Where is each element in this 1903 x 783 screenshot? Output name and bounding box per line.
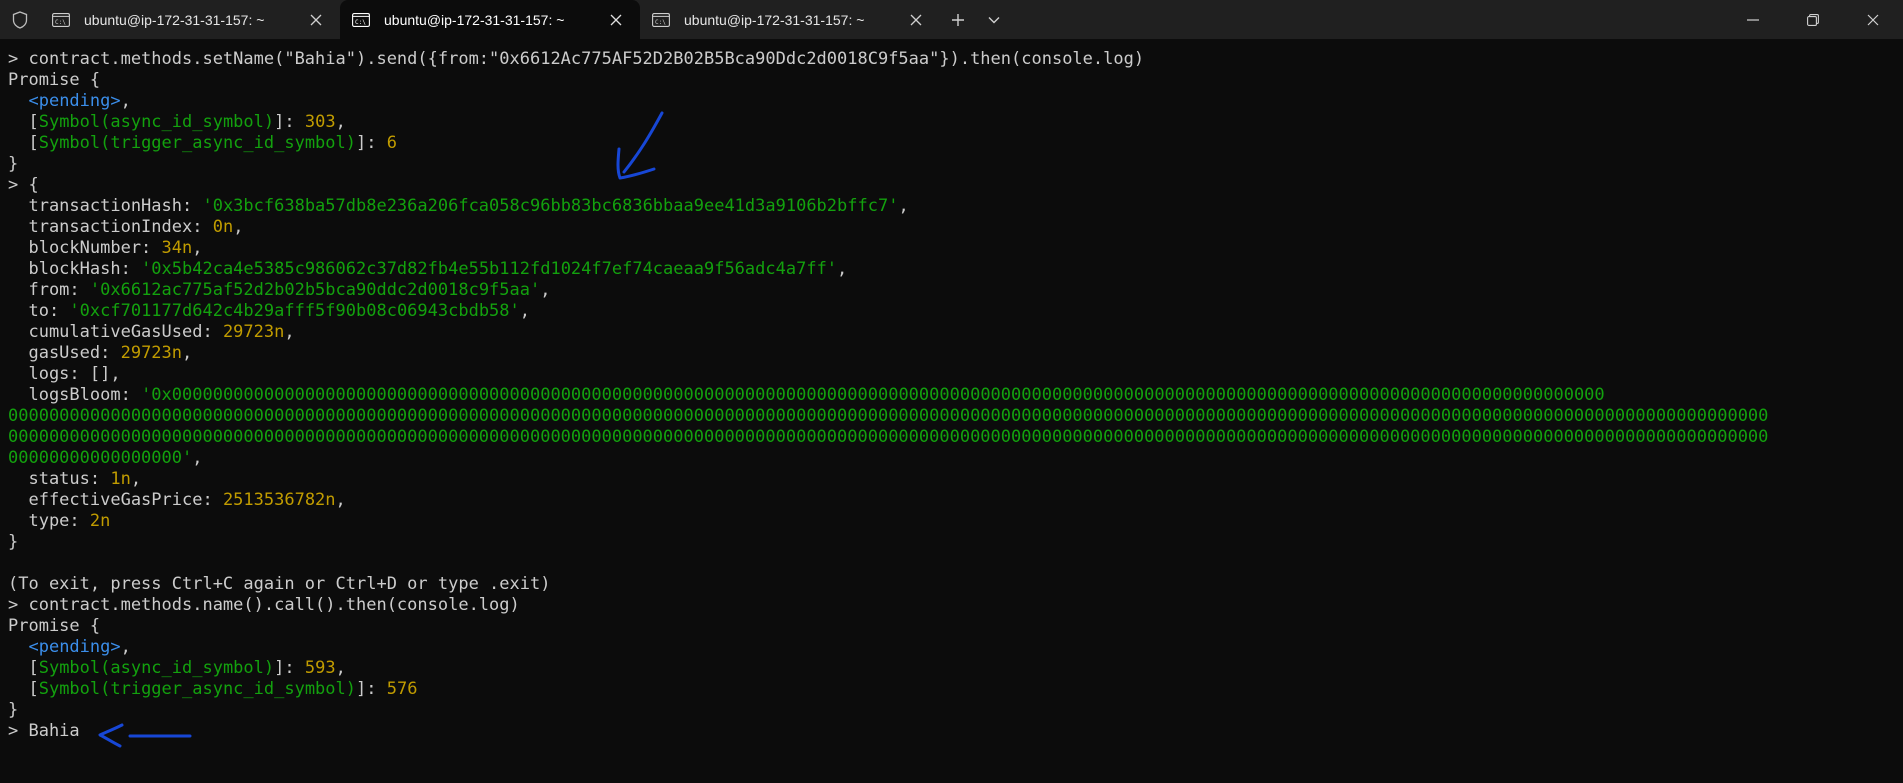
tab-title: ubuntu@ip-172-31-31-157: ~ bbox=[384, 11, 565, 28]
restore-icon bbox=[1807, 13, 1819, 26]
output-line: Promise { bbox=[8, 70, 101, 90]
tab-1[interactable]: C:\ ubuntu@ip-172-31-31-157: ~ bbox=[40, 0, 340, 39]
new-tab-button[interactable] bbox=[940, 0, 976, 39]
receipt-field-cont: 0000000000000000000000000000000000000000… bbox=[8, 427, 1769, 447]
close-window-button[interactable] bbox=[1843, 0, 1903, 39]
receipt-field: type: 2n bbox=[8, 511, 111, 531]
tab-2[interactable]: C:\ ubuntu@ip-172-31-31-157: ~ bbox=[340, 0, 640, 39]
plus-icon bbox=[952, 13, 964, 26]
output-line: } bbox=[8, 532, 19, 552]
result-line: > Bahia bbox=[8, 721, 80, 741]
receipt-field: to: '0xcf701177d642c4b29afff5f90b08c0694… bbox=[8, 301, 531, 321]
output-line: [Symbol(trigger_async_id_symbol)]: 576 bbox=[8, 679, 418, 699]
receipt-field: blockHash: '0x5b42ca4e5385c986062c37d82f… bbox=[8, 259, 848, 279]
svg-text:C:\: C:\ bbox=[655, 19, 666, 26]
svg-text:C:\: C:\ bbox=[355, 19, 366, 26]
tab-dropdown-button[interactable] bbox=[976, 0, 1012, 39]
close-icon[interactable] bbox=[302, 6, 330, 34]
receipt-field: from: '0x6612ac775af52d2b02b5bca90ddc2d0… bbox=[8, 280, 551, 300]
minimize-icon bbox=[1747, 18, 1759, 21]
receipt-field: status: 1n, bbox=[8, 469, 142, 489]
output-line: } bbox=[8, 700, 19, 720]
output-line: <pending>, bbox=[28, 637, 131, 657]
exit-hint: (To exit, press Ctrl+C again or Ctrl+D o… bbox=[8, 574, 551, 594]
close-icon bbox=[1867, 14, 1879, 25]
receipt-field: gasUsed: 29723n, bbox=[8, 343, 193, 363]
title-bar: C:\ ubuntu@ip-172-31-31-157: ~ C:\ ubunt… bbox=[0, 0, 1903, 39]
receipt-field-cont: 0000000000000000000000000000000000000000… bbox=[8, 406, 1769, 426]
output-line: [Symbol(trigger_async_id_symbol)]: 6 bbox=[8, 133, 397, 153]
shield-icon[interactable] bbox=[0, 0, 40, 39]
terminal-icon: C:\ bbox=[652, 12, 670, 27]
window-controls bbox=[1723, 0, 1903, 39]
output-line: Promise { bbox=[8, 616, 101, 636]
output-line: [Symbol(async_id_symbol)]: 593, bbox=[8, 658, 346, 678]
command-line: > contract.methods.name().call().then(co… bbox=[8, 595, 520, 615]
receipt-field: logs: [], bbox=[8, 364, 121, 384]
tab-3[interactable]: C:\ ubuntu@ip-172-31-31-157: ~ bbox=[640, 0, 940, 39]
svg-text:C:\: C:\ bbox=[55, 19, 66, 26]
output-line: <pending>, bbox=[28, 91, 131, 111]
receipt-field: cumulativeGasUsed: 29723n, bbox=[8, 322, 295, 342]
chevron-down-icon bbox=[988, 16, 1000, 23]
receipt-field: transactionHash: '0x3bcf638ba57db8e236a2… bbox=[8, 196, 909, 216]
tab-title: ubuntu@ip-172-31-31-157: ~ bbox=[684, 11, 865, 28]
close-icon[interactable] bbox=[902, 6, 930, 34]
tab-title: ubuntu@ip-172-31-31-157: ~ bbox=[84, 11, 265, 28]
receipt-field: transactionIndex: 0n, bbox=[8, 217, 244, 237]
receipt-field: effectiveGasPrice: 2513536782n, bbox=[8, 490, 346, 510]
terminal-icon: C:\ bbox=[352, 12, 370, 27]
terminal-output[interactable]: > contract.methods.setName("Bahia").send… bbox=[0, 39, 1903, 783]
output-line: } bbox=[8, 154, 19, 174]
close-icon[interactable] bbox=[602, 6, 630, 34]
minimize-button[interactable] bbox=[1723, 0, 1783, 39]
output-line: > { bbox=[8, 175, 39, 195]
output-line: [Symbol(async_id_symbol)]: 303, bbox=[8, 112, 346, 132]
receipt-field-cont: 00000000000000000', bbox=[8, 448, 203, 468]
receipt-field: logsBloom: '0x00000000000000000000000000… bbox=[8, 385, 1605, 405]
restore-button[interactable] bbox=[1783, 0, 1843, 39]
command-line: > contract.methods.setName("Bahia").send… bbox=[8, 49, 1145, 69]
terminal-icon: C:\ bbox=[52, 12, 70, 27]
receipt-field: blockNumber: 34n, bbox=[8, 238, 203, 258]
